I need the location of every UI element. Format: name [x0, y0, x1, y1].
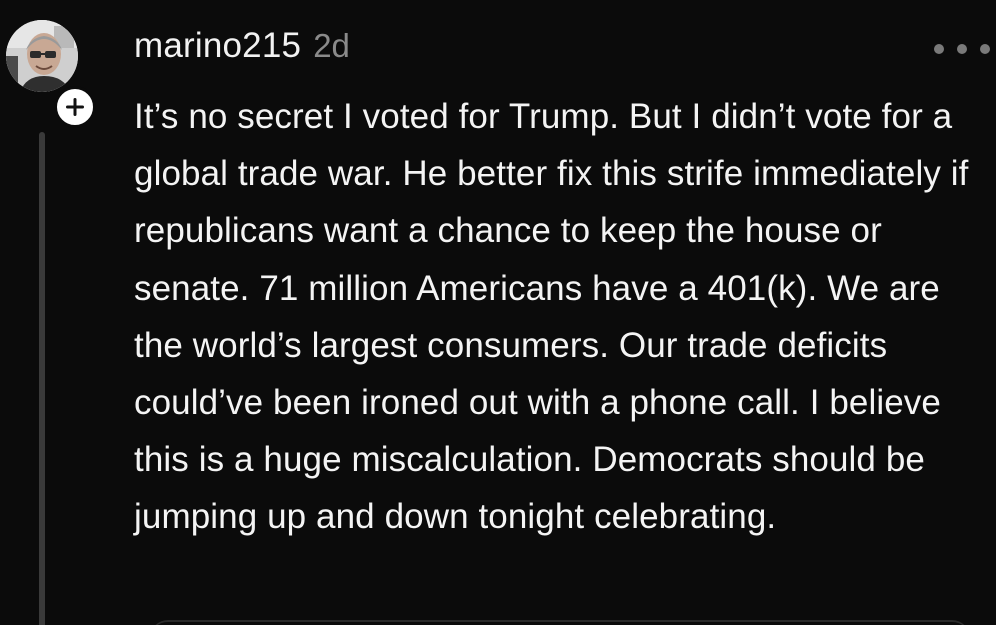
follow-button[interactable] — [54, 86, 96, 128]
comment-body: It’s no secret I voted for Trump. But I … — [134, 97, 969, 537]
more-options-button[interactable] — [934, 36, 990, 62]
more-horizontal-icon-dot — [957, 44, 967, 54]
next-card-edge — [150, 620, 970, 625]
comment-timestamp: 2d — [313, 27, 350, 64]
more-horizontal-icon — [934, 44, 944, 54]
thread-line[interactable] — [39, 132, 45, 625]
comment-card: marino215 2d It’s no secret I voted for … — [0, 0, 996, 625]
author-avatar-container — [6, 20, 96, 128]
comment-meta: marino215 2d — [134, 26, 350, 74]
plus-icon — [66, 98, 84, 116]
user-avatar-photo-icon — [6, 20, 78, 92]
more-horizontal-icon-dot — [980, 44, 990, 54]
author-username[interactable]: marino215 — [134, 26, 301, 66]
avatar[interactable] — [6, 20, 78, 92]
